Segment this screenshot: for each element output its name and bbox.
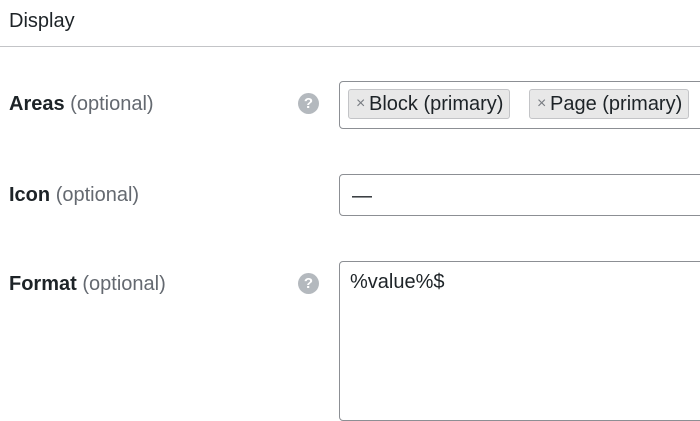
tag-label: Block (primary) <box>369 93 504 115</box>
format-label-name: Format <box>9 273 77 295</box>
section-title: Display <box>9 10 75 32</box>
areas-tag-page-primary[interactable]: × Page (primary) <box>529 89 690 119</box>
areas-label-optional: (optional) <box>70 93 154 115</box>
icon-label-name: Icon <box>9 184 51 206</box>
tag-label: Page (primary) <box>550 93 683 115</box>
section-header: Display <box>0 0 700 47</box>
areas-help-icon[interactable]: ? <box>298 93 319 114</box>
format-label: Format (optional) <box>9 272 166 296</box>
icon-select[interactable]: — <box>339 174 700 216</box>
areas-label-name: Areas <box>9 93 65 115</box>
icon-label-optional: (optional) <box>55 184 140 206</box>
areas-label: Areas (optional) <box>9 92 154 116</box>
remove-tag-icon[interactable]: × <box>356 90 365 118</box>
areas-multiselect[interactable]: × Block (primary) × Page (primary) <box>339 81 700 129</box>
icon-label: Icon (optional) <box>9 183 139 207</box>
areas-tag-block-primary[interactable]: × Block (primary) <box>348 89 511 119</box>
format-textarea[interactable]: %value%$ <box>339 261 700 421</box>
icon-select-value: — <box>352 185 372 207</box>
remove-tag-icon[interactable]: × <box>537 90 546 118</box>
format-help-icon[interactable]: ? <box>298 273 319 294</box>
format-label-optional: (optional) <box>82 273 166 295</box>
